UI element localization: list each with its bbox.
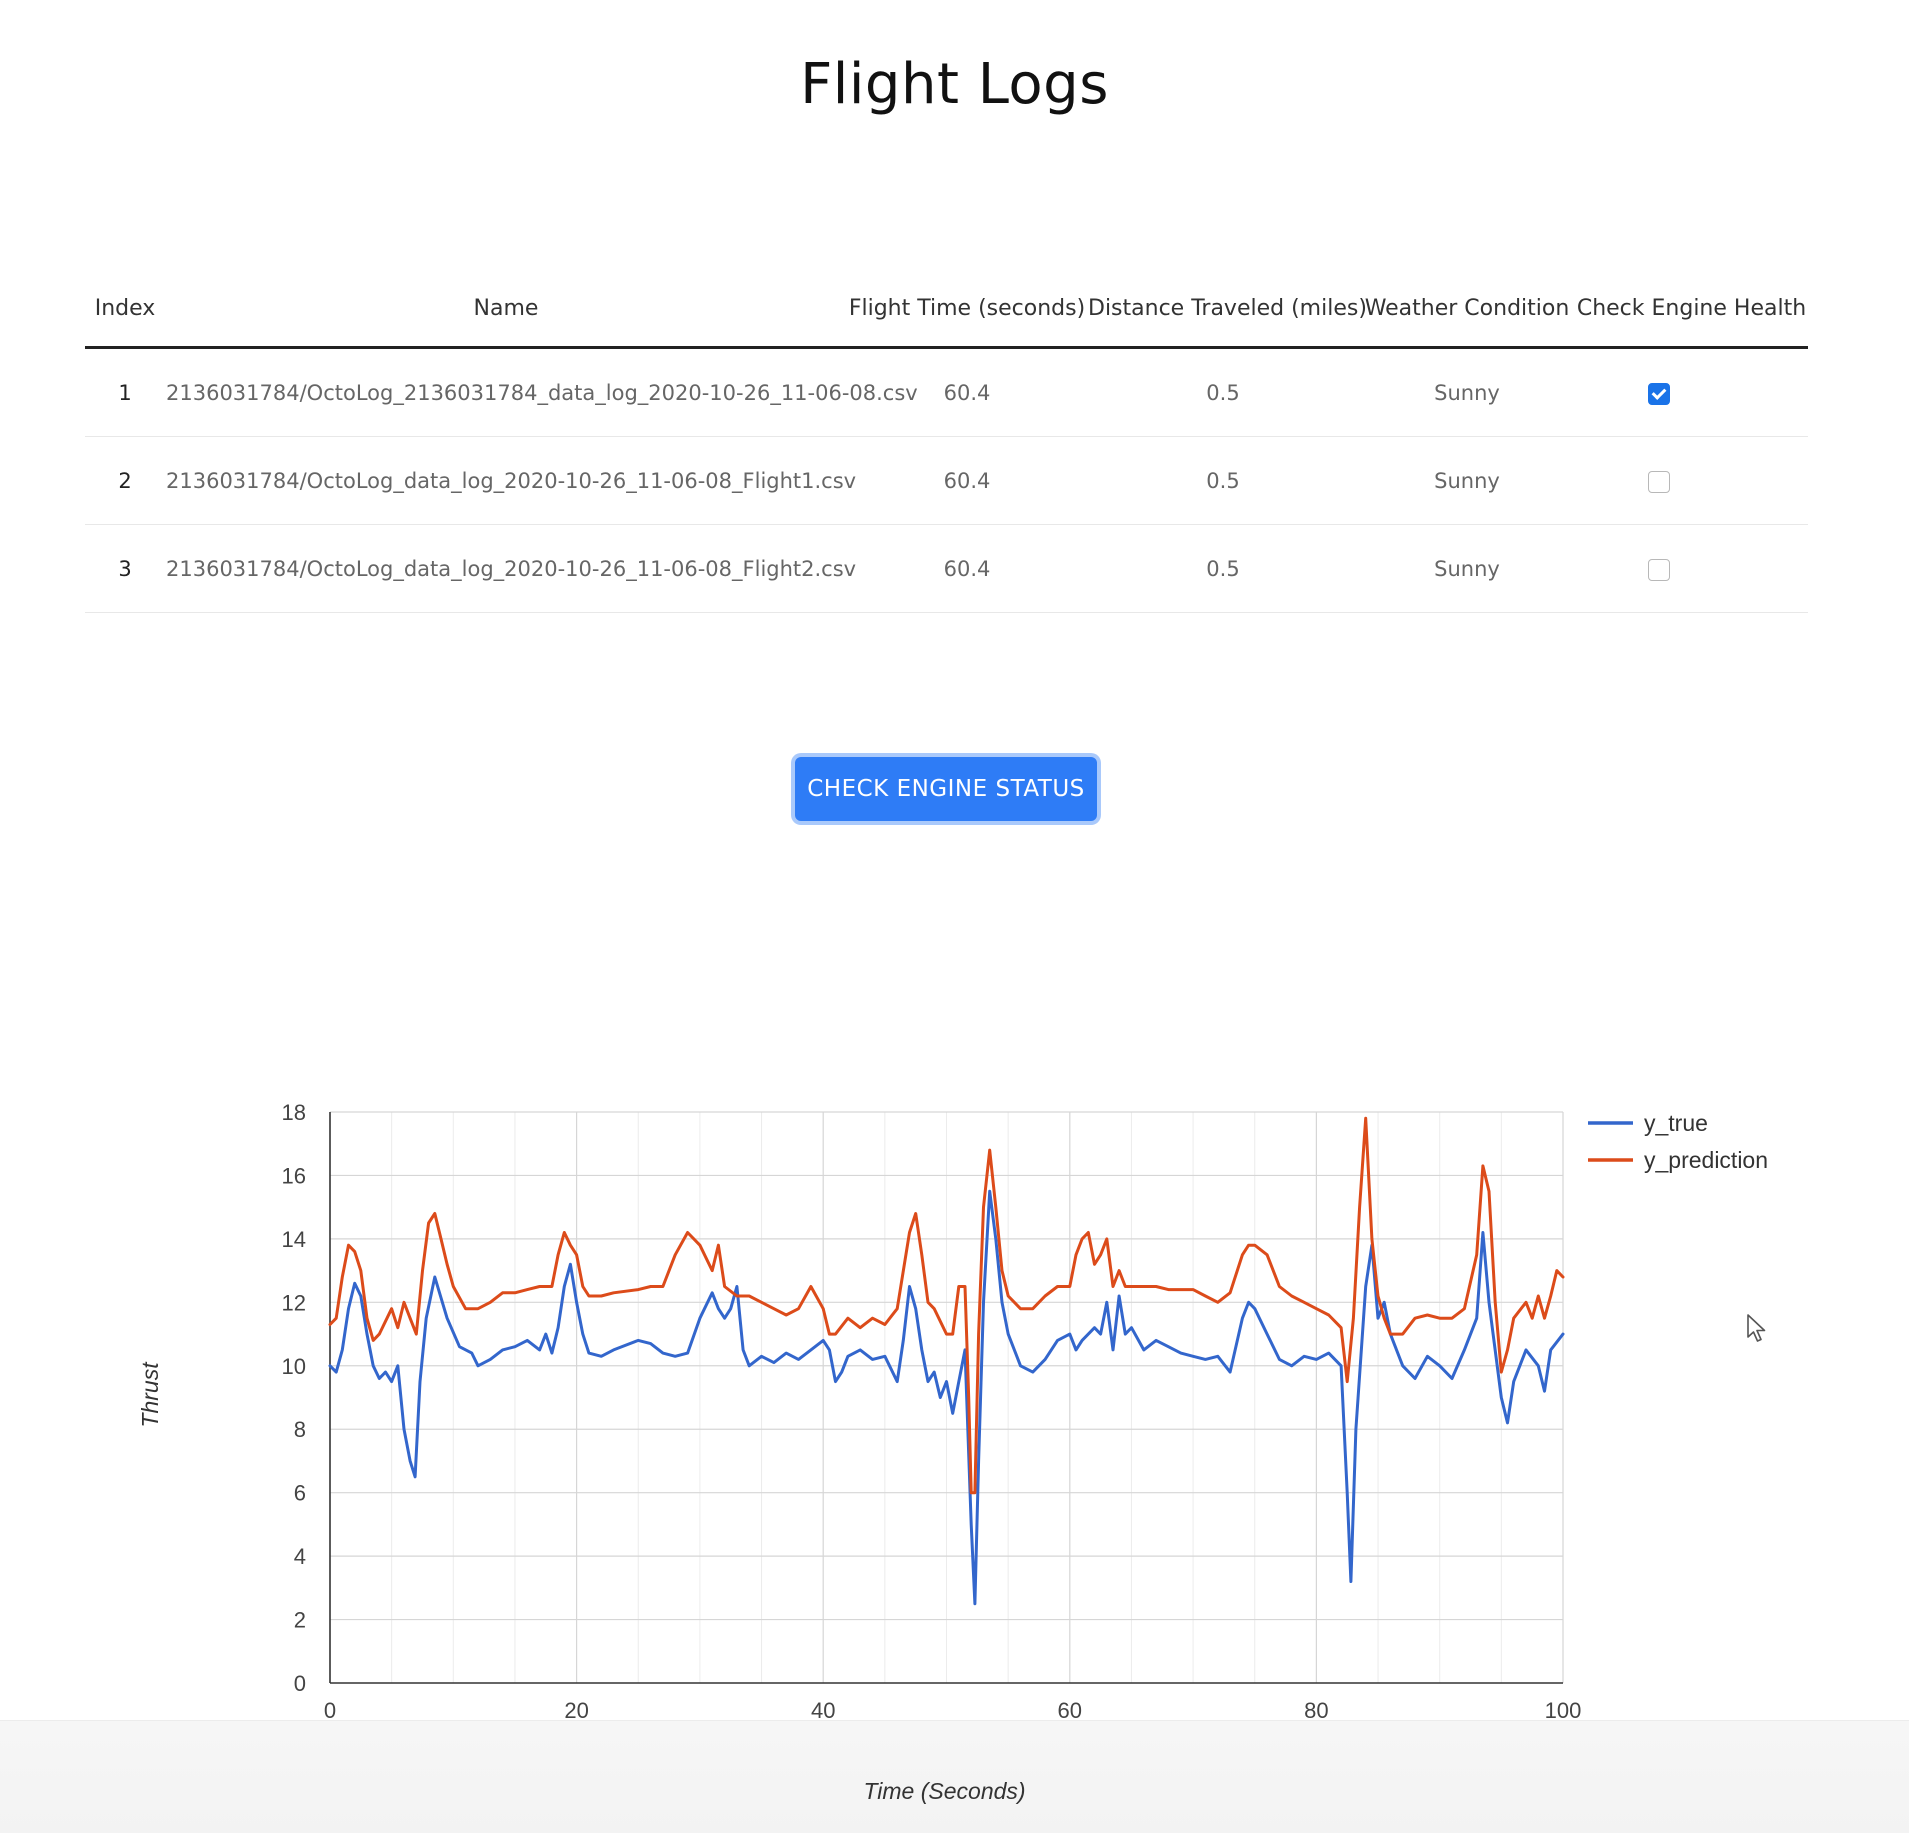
legend-label: y_prediction (1644, 1147, 1768, 1173)
x-axis-title: Time (Seconds) (863, 1778, 1025, 1804)
y-tick-label: 0 (294, 1671, 306, 1696)
y-tick-label: 8 (294, 1417, 306, 1442)
y-tick-label: 18 (282, 1100, 306, 1125)
x-tick-label: 80 (1304, 1698, 1328, 1723)
y-tick-label: 12 (282, 1290, 306, 1315)
y-tick-label: 2 (294, 1608, 306, 1633)
y-axis-title: Thrust (137, 1361, 163, 1428)
legend-label: y_true (1644, 1110, 1708, 1136)
x-tick-label: 100 (1545, 1698, 1582, 1723)
mouse-cursor-icon (1747, 1314, 1766, 1342)
x-tick-label: 20 (564, 1698, 588, 1723)
thrust-line-chart: 0 20 40 60 80 100 0 2 4 6 8 10 12 14 16 18 Time (Seconds… (137, 1100, 1768, 1804)
x-tick-label: 60 (1058, 1698, 1082, 1723)
y-tick-label: 14 (282, 1227, 306, 1252)
x-tick-label: 40 (811, 1698, 835, 1723)
x-tick-label: 0 (324, 1698, 336, 1723)
y-tick-label: 16 (282, 1163, 306, 1188)
y-tick-label: 4 (294, 1544, 306, 1569)
y-tick-label: 10 (282, 1354, 306, 1379)
y-tick-label: 6 (294, 1481, 306, 1506)
